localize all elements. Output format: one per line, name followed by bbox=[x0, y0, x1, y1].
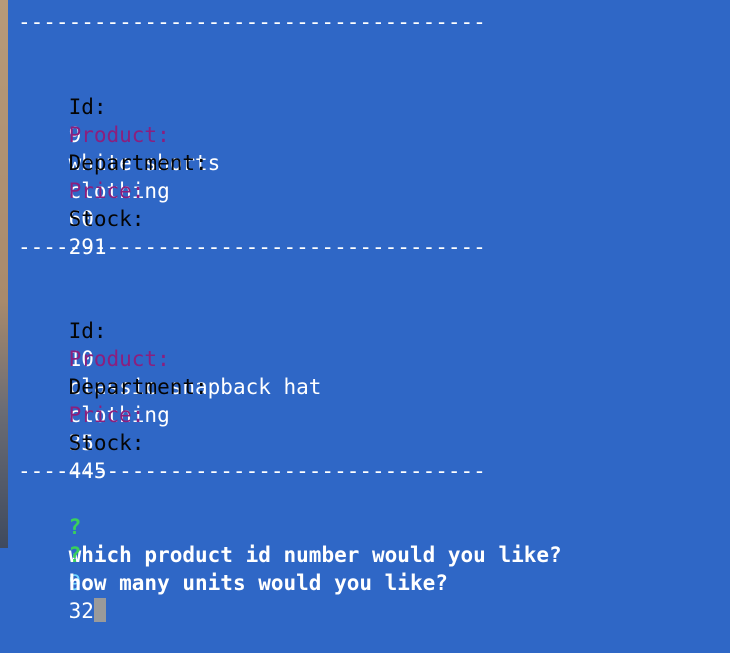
record-department-line: Department: clothing bbox=[18, 345, 208, 427]
prompt-input-value[interactable]: 32 bbox=[69, 599, 94, 623]
record-stock-line: Stock: 291 bbox=[18, 177, 145, 259]
terminal-cursor bbox=[93, 598, 106, 622]
record-price-line: Price: 60 bbox=[18, 149, 145, 231]
terminal-window[interactable]: ------------------------------------- Id… bbox=[8, 0, 730, 623]
record-price-line: Price: 35 bbox=[18, 373, 145, 455]
record-department-line: Department: clothing bbox=[18, 121, 208, 203]
separator-line: ------------------------------------- bbox=[18, 235, 486, 259]
prompt-question-icon: ? bbox=[68, 543, 82, 567]
separator-line: ------------------------------------- bbox=[18, 459, 486, 483]
prompt-line-product-id: ? which product id number would you like… bbox=[18, 485, 562, 595]
stock-label: Stock: bbox=[68, 207, 145, 231]
record-product-line: Product: classic snapback hat bbox=[18, 317, 322, 399]
prompt-line-units[interactable]: ? how many units would you like? 32 bbox=[18, 513, 448, 623]
desktop-background-strip bbox=[0, 0, 8, 548]
prompt-question: how many units would you like? bbox=[68, 571, 448, 595]
record-id-line: Id: 9 bbox=[18, 65, 107, 147]
record-product-line: Product: white shorts bbox=[18, 93, 221, 175]
record-stock-line: Stock: 445 bbox=[18, 401, 145, 483]
separator-line: ------------------------------------- bbox=[18, 10, 486, 34]
prompt-question: which product id number would you like? bbox=[68, 543, 562, 567]
record-id-line: Id: 10 bbox=[18, 289, 107, 371]
stock-label: Stock: bbox=[68, 431, 145, 455]
